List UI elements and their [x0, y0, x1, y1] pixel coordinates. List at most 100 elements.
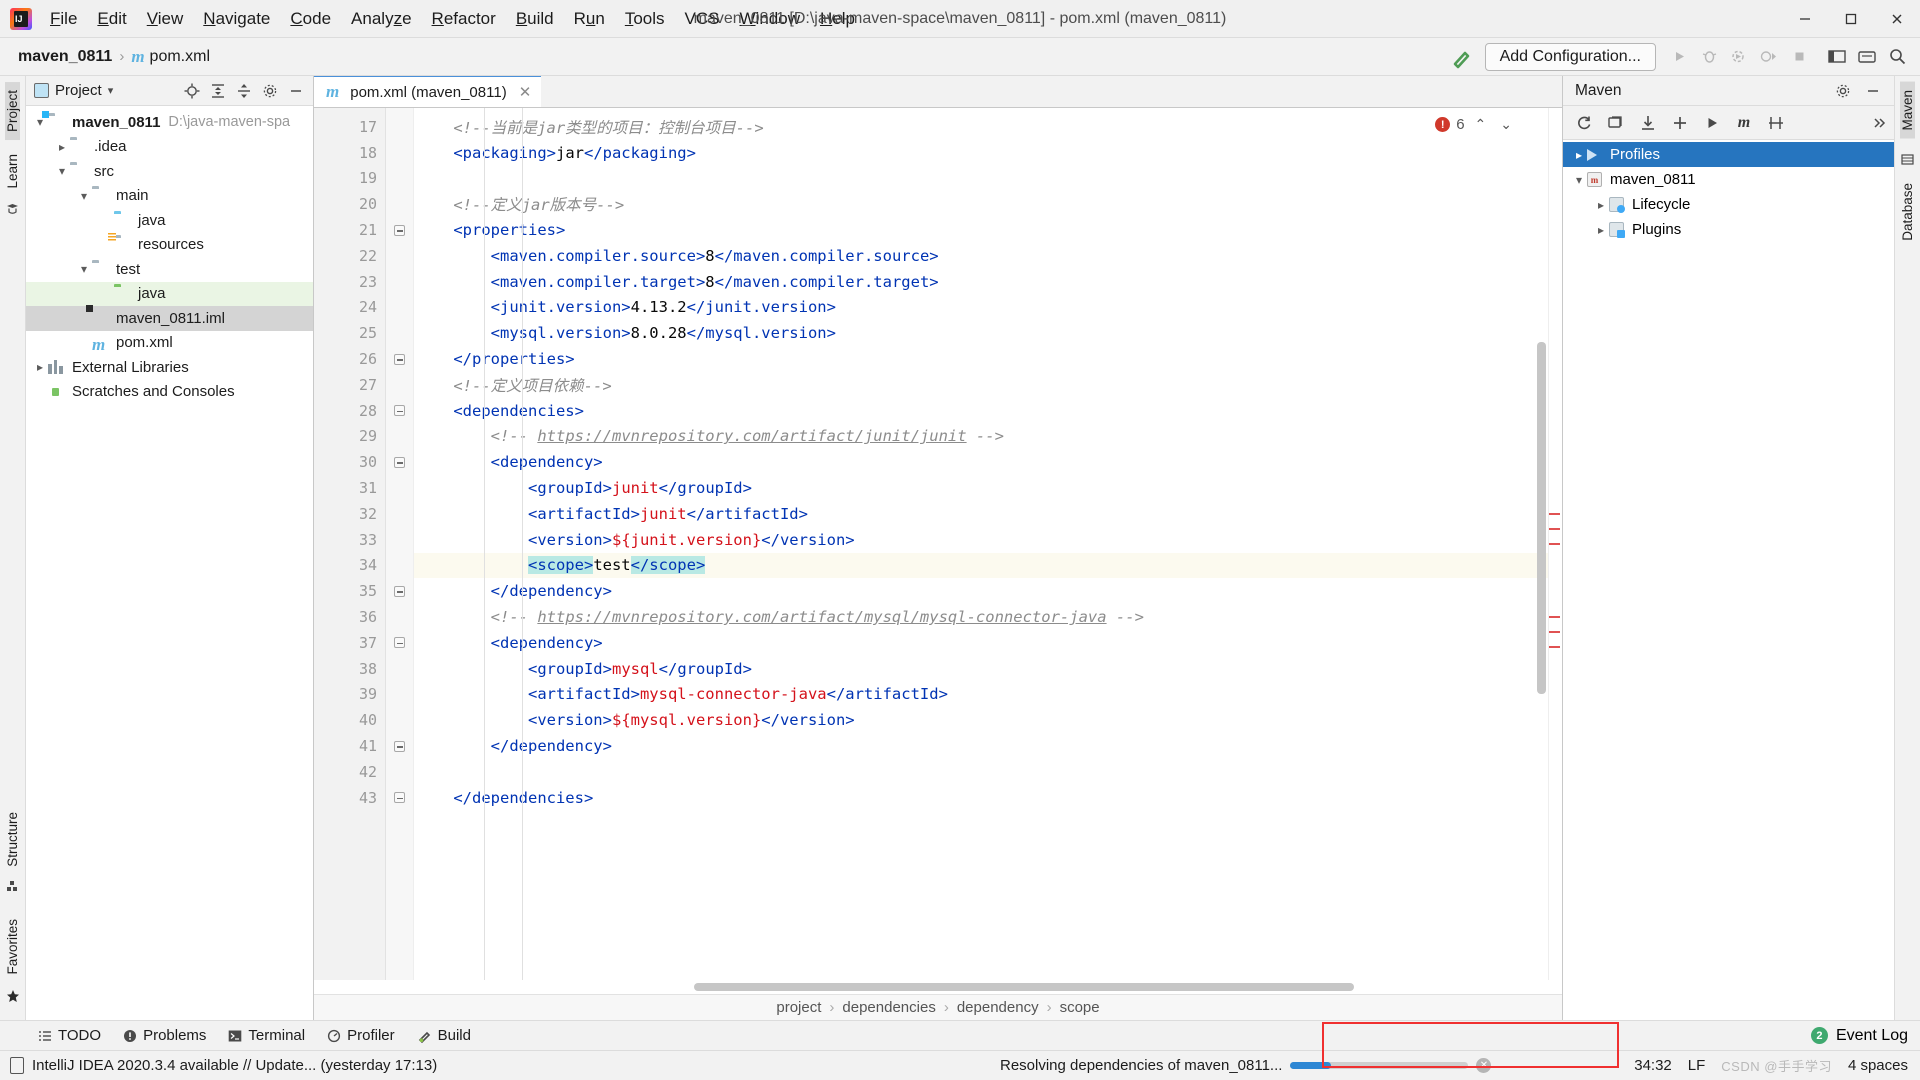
close-icon[interactable]: ✕ [519, 83, 532, 101]
fold-toggle[interactable] [386, 398, 413, 424]
tool-window-todo[interactable]: TODO [38, 1027, 101, 1044]
code-line[interactable]: </dependencies> [414, 785, 1562, 811]
tree-expand-arrow[interactable]: ▾ [76, 262, 92, 276]
menu-code[interactable]: Code [280, 5, 341, 33]
sidebar-item-project[interactable]: Project [5, 82, 20, 141]
code-line[interactable]: <artifactId> junit </artifactId> [414, 501, 1562, 527]
maven-node-maven-0811[interactable]: ▾ m maven_0811 [1563, 167, 1894, 192]
next-problem-icon[interactable]: ⌄ [1496, 116, 1516, 133]
updates-icon[interactable] [1852, 42, 1882, 72]
minimize-button[interactable] [1782, 0, 1828, 38]
add-icon[interactable] [1665, 109, 1695, 137]
inspection-status[interactable]: ! 6 ⌃ ⌄ [1435, 116, 1516, 133]
code-line[interactable]: <!-- https://mvnrepository.com/artifact/… [414, 424, 1562, 450]
error-stripe[interactable] [1548, 108, 1562, 980]
menu-file[interactable]: File [40, 5, 87, 33]
ide-update-notification[interactable]: IntelliJ IDEA 2020.3.4 available // Upda… [10, 1057, 437, 1074]
sidebar-item-structure[interactable]: Structure [5, 804, 20, 875]
maven-expand-arrow[interactable]: ▸ [1593, 223, 1609, 237]
tree-expand-arrow[interactable]: ▾ [54, 164, 70, 178]
maven-node-profiles[interactable]: ▸ Profiles [1563, 142, 1894, 167]
fold-toggle[interactable] [386, 346, 413, 372]
fold-toggle[interactable] [386, 733, 413, 759]
reload-all-icon[interactable] [1601, 109, 1631, 137]
fold-toggle[interactable] [386, 449, 413, 475]
tree-node-java[interactable]: ▸java [26, 281, 313, 306]
maven-expand-arrow[interactable]: ▸ [1571, 148, 1587, 162]
menu-edit[interactable]: Edit [87, 5, 136, 33]
debug-icon[interactable] [1694, 42, 1724, 72]
tree-node-main[interactable]: ▾ main [26, 184, 313, 209]
code-line[interactable]: </properties> [414, 346, 1562, 372]
code-line[interactable]: <groupId> junit </groupId> [414, 475, 1562, 501]
project-tree[interactable]: ▾ maven_0811 D:\java-maven-spa ▸ .idea ▾ src ▾ m… [26, 106, 313, 1020]
code-line[interactable]: <maven.compiler.source> 8 </maven.compiler… [414, 243, 1562, 269]
vertical-scrollbar[interactable] [1537, 342, 1546, 694]
maven-tree[interactable]: ▸ Profiles ▾ m maven_0811 ▸ Lifecycle ▸ Plugins [1563, 140, 1894, 1020]
collapse-all-icon[interactable] [205, 78, 231, 104]
sidebar-item-maven[interactable]: Maven [1900, 82, 1915, 139]
sidebar-item-learn[interactable]: Learn [5, 146, 20, 197]
code-line[interactable]: <dependency> [414, 630, 1562, 656]
editor-tab-pom-xml[interactable]: m pom.xml (maven_0811) ✕ [314, 75, 542, 107]
tree-node-resources[interactable]: ▸resources [26, 233, 313, 258]
code-line[interactable]: <!--定义jar版本号--> [414, 191, 1562, 217]
code-line[interactable]: <junit.version> 4.13.2 </junit.version> [414, 295, 1562, 321]
xml-breadcrumb-scope[interactable]: scope [1060, 999, 1100, 1016]
menu-tools[interactable]: Tools [615, 5, 675, 33]
horizontal-scrollbar[interactable] [694, 983, 1354, 991]
layout-icon[interactable] [1822, 42, 1852, 72]
maven-goal-icon[interactable]: m [1729, 109, 1759, 137]
hide-icon[interactable] [283, 78, 309, 104]
fold-toggle[interactable] [386, 578, 413, 604]
maven-node-lifecycle[interactable]: ▸ Lifecycle [1563, 192, 1894, 217]
fold-toggle[interactable] [386, 630, 413, 656]
fold-toggle[interactable] [386, 785, 413, 811]
code-line[interactable]: <!--定义项目依赖--> [414, 372, 1562, 398]
code-line[interactable]: <scope> test </scope> [414, 552, 1562, 579]
code-line[interactable]: <version> ${junit.version} </version> [414, 527, 1562, 553]
code-folding-column[interactable] [386, 108, 414, 980]
tree-node-scratches-and-consoles[interactable]: ▸Scratches and Consoles [26, 380, 313, 405]
tool-window-profiler[interactable]: Profiler [327, 1027, 395, 1044]
tree-node--idea[interactable]: ▸ .idea [26, 135, 313, 160]
menu-analyze[interactable]: Analyze [341, 5, 422, 33]
run-coverage-icon[interactable] [1724, 42, 1754, 72]
profile-icon[interactable] [1754, 42, 1784, 72]
code-line[interactable]: <dependencies> [414, 398, 1562, 424]
tree-node-test[interactable]: ▾ test [26, 257, 313, 282]
tree-expand-arrow[interactable]: ▸ [54, 140, 70, 154]
code-line[interactable]: <maven.compiler.target> 8 </maven.compiler… [414, 269, 1562, 295]
gear-icon[interactable] [1828, 77, 1858, 105]
code-line[interactable]: <packaging> jar </packaging> [414, 140, 1562, 166]
run-icon[interactable] [1664, 42, 1694, 72]
locate-icon[interactable] [179, 78, 205, 104]
tree-node-maven-0811[interactable]: ▾ maven_0811 D:\java-maven-spa [26, 110, 313, 135]
sidebar-item-database[interactable]: Database [1900, 175, 1915, 249]
tree-expand-arrow[interactable]: ▾ [76, 189, 92, 203]
sidebar-item-favorites[interactable]: Favorites [5, 911, 20, 983]
maven-node-plugins[interactable]: ▸ Plugins [1563, 217, 1894, 242]
maven-expand-arrow[interactable]: ▸ [1593, 198, 1609, 212]
hide-icon[interactable] [1858, 77, 1888, 105]
menu-run[interactable]: Run [564, 5, 615, 33]
code-line[interactable]: </dependency> [414, 733, 1562, 759]
tree-node-external-libraries[interactable]: ▸ External Libraries [26, 355, 313, 380]
more-icon[interactable] [1864, 109, 1894, 137]
close-button[interactable] [1874, 0, 1920, 38]
download-sources-icon[interactable] [1633, 109, 1663, 137]
cancel-icon[interactable]: ✕ [1476, 1058, 1492, 1073]
xml-breadcrumb-dependency[interactable]: dependency [957, 999, 1039, 1016]
chevron-down-icon[interactable]: ▾ [108, 84, 114, 97]
fold-toggle[interactable] [386, 217, 413, 243]
hammer-icon[interactable] [1449, 44, 1475, 70]
menu-window[interactable]: Window [730, 5, 810, 33]
reload-icon[interactable] [1569, 109, 1599, 137]
event-log-button[interactable]: 2 Event Log [1810, 1027, 1920, 1045]
xml-breadcrumb-dependencies[interactable]: dependencies [842, 999, 935, 1016]
breadcrumb-file[interactable]: pom.xml [150, 48, 210, 66]
code-line[interactable]: <artifactId> mysql-connector-java </artifa… [414, 682, 1562, 708]
code-line[interactable]: <version> ${mysql.version} </version> [414, 707, 1562, 733]
code-content[interactable]: <!--当前是jar类型的项目：控制台项目--> <packaging> jar <… [414, 108, 1562, 980]
stop-icon[interactable] [1784, 42, 1814, 72]
